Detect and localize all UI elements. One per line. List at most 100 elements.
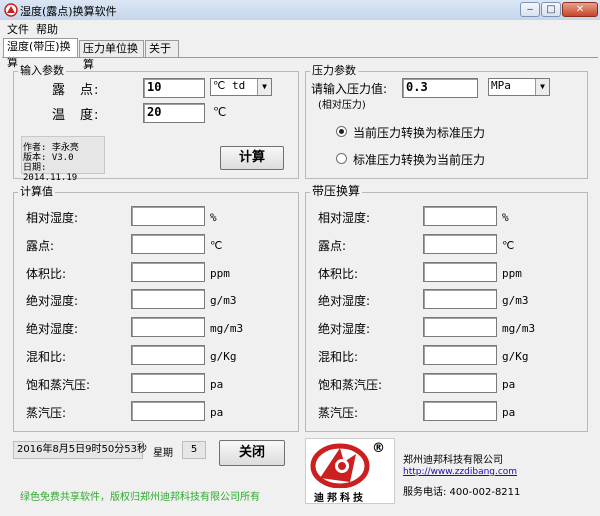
dewpoint-unit-value: ℃ td (213, 79, 246, 92)
maximize-button[interactable]: □ (541, 2, 561, 17)
dewpoint-unit-select[interactable]: ℃ td ▼ (210, 78, 272, 96)
copyright-notice: 绿色免费共享软件，版权归郑州迪邦科技有限公司所有 (20, 492, 260, 503)
calc-value-unit: ℃ (210, 239, 223, 252)
pressure-unit-select[interactable]: MPa ▼ (488, 78, 550, 96)
temperature-input[interactable]: 20 (143, 103, 205, 123)
calc-value-label: 绝对湿度: (26, 322, 79, 336)
pressure-calc-value-output[interactable] (423, 401, 497, 421)
minimize-button[interactable]: ‒ (520, 2, 540, 17)
calc-value-output[interactable] (131, 345, 205, 365)
company-logo: ® 迪邦科技 (305, 438, 395, 504)
pressure-calc-value-label: 蒸汽压: (318, 406, 359, 420)
calc-values-title: 计算值 (18, 185, 55, 198)
tab-about[interactable]: 关于 (145, 40, 179, 57)
pressure-params-title: 压力参数 (310, 64, 358, 77)
menu-bar: 文件 帮助 (0, 20, 600, 36)
temperature-unit: ℃ (213, 105, 227, 119)
tab-divider (2, 57, 598, 58)
company-name: 郑州迪邦科技有限公司 (403, 455, 503, 466)
window-title: 湿度(露点)换算软件 (20, 5, 117, 18)
pressure-calc-value-label: 相对湿度: (318, 211, 371, 225)
pressure-calc-value-label: 饱和蒸汽压: (318, 378, 383, 392)
calc-value-output[interactable] (131, 401, 205, 421)
pressure-calc-value-label: 绝对湿度: (318, 294, 371, 308)
input-params-title: 输入参数 (18, 64, 66, 77)
service-phone: 服务电话: 400-002-8211 (403, 487, 521, 498)
tab-pressure-unit[interactable]: 压力单位换算 (79, 40, 144, 71)
calc-value-label: 绝对湿度: (26, 294, 79, 308)
date-line: 日期: 2014.11.19 (23, 163, 78, 183)
calc-value-label: 相对湿度: (26, 211, 79, 225)
calc-value-unit: % (210, 211, 217, 224)
pressure-unit-value: MPa (491, 79, 511, 92)
pressure-calc-value-label: 露点: (318, 239, 347, 253)
pressure-calc-value-output[interactable] (423, 373, 497, 393)
calc-value-label: 混和比: (26, 350, 67, 364)
calc-value-label: 蒸汽压: (26, 406, 67, 420)
author-line: 作者: 李永亮 (23, 143, 79, 153)
calc-value-output[interactable] (131, 234, 205, 254)
calc-value-label: 体积比: (26, 267, 67, 281)
version-line: 版本: V3.0 (23, 153, 74, 163)
pressure-calc-value-unit: ppm (502, 267, 522, 280)
calc-value-unit: g/m3 (210, 294, 237, 307)
calc-value-output[interactable] (131, 262, 205, 282)
menu-file[interactable]: 文件 (7, 21, 29, 37)
pressure-sub-label: (相对压力) (318, 100, 366, 111)
calc-value-output[interactable] (131, 373, 205, 393)
title-bar[interactable]: 湿度(露点)换算软件 ‒ □ ✕ (0, 0, 600, 21)
pressure-calc-value-output[interactable] (423, 345, 497, 365)
pressure-calc-value-unit: g/m3 (502, 294, 529, 307)
pressure-calc-value-unit: pa (502, 406, 516, 419)
tab-humidity[interactable]: 湿度(带压)换算 (3, 38, 78, 69)
pressure-calc-value-unit: pa (502, 378, 516, 391)
app-logo-icon (4, 3, 18, 17)
dibang-logo-icon (310, 443, 370, 488)
calc-value-output[interactable] (131, 206, 205, 226)
datetime-display: 2016年8月5日9时50分53秒 (13, 441, 147, 459)
pressure-calc-title: 带压换算 (310, 184, 363, 198)
pressure-input-label: 请输入压力值: (311, 82, 388, 96)
calc-value-label: 露点: (26, 239, 55, 253)
dewpoint-label: 露 点: (52, 83, 100, 98)
pressure-calc-value-label: 体积比: (318, 267, 359, 281)
author-info-box: 作者: 李永亮 版本: V3.0 日期: 2014.11.19 (21, 136, 105, 183)
calc-values-group (13, 192, 299, 432)
pressure-calc-value-output[interactable] (423, 262, 497, 282)
calc-value-unit: g/Kg (210, 350, 237, 363)
calc-value-output[interactable] (131, 317, 205, 337)
logo-text: 迪邦科技 (314, 493, 366, 504)
pressure-calc-value-output[interactable] (423, 289, 497, 309)
chevron-down-icon: ▼ (257, 79, 271, 95)
pressure-calc-value-output[interactable] (423, 317, 497, 337)
company-url-link[interactable]: http://www.zzdibang.com (403, 467, 517, 477)
option-standard-to-current[interactable]: 标准压力转换为当前压力 (353, 151, 485, 168)
pressure-calc-value-unit: g/Kg (502, 350, 529, 363)
pressure-calc-value-unit: mg/m3 (502, 322, 536, 335)
registered-mark: ® (372, 441, 385, 456)
pressure-input[interactable]: 0.3 (402, 78, 478, 98)
pressure-calc-value-output[interactable] (423, 234, 497, 254)
pressure-calc-value-label: 绝对湿度: (318, 322, 371, 336)
pressure-calc-value-unit: ℃ (502, 239, 515, 252)
chevron-down-icon: ▼ (535, 79, 549, 95)
pressure-calc-group (305, 192, 588, 432)
pressure-calc-value-unit: % (502, 211, 509, 224)
radio-current-to-standard[interactable] (336, 126, 347, 137)
pressure-calc-value-label: 混和比: (318, 350, 359, 364)
calc-value-unit: mg/m3 (210, 322, 244, 335)
calc-value-unit: pa (210, 406, 224, 419)
dewpoint-input[interactable]: 10 (143, 78, 205, 98)
weekday-value: 5 (182, 441, 206, 459)
calculate-button[interactable]: 计算 (220, 146, 284, 170)
calc-value-unit: pa (210, 378, 224, 391)
menu-help[interactable]: 帮助 (36, 21, 58, 37)
pressure-calc-value-output[interactable] (423, 206, 497, 226)
calc-value-output[interactable] (131, 289, 205, 309)
close-button[interactable]: 关闭 (219, 440, 285, 466)
close-window-button[interactable]: ✕ (562, 2, 598, 17)
radio-standard-to-current[interactable] (336, 153, 347, 164)
weekday-label: 星期 (153, 448, 173, 459)
calc-value-label: 饱和蒸汽压: (26, 378, 91, 392)
option-current-to-standard[interactable]: 当前压力转换为标准压力 (353, 124, 485, 141)
